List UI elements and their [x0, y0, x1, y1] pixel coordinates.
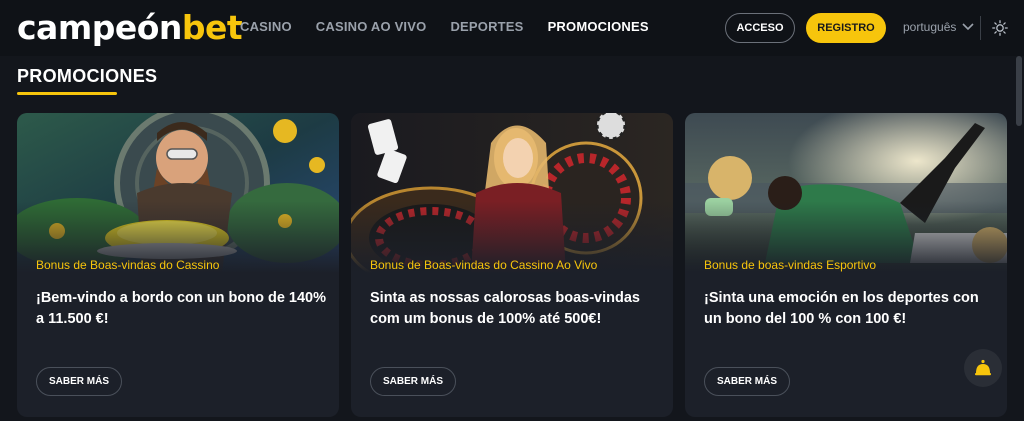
promo-card-casino[interactable]: Bonus de Boas-vindas do Cassino ¡Bem-vin…: [17, 113, 339, 417]
main-nav: CASINO CASINO AO VIVO DEPORTES PROMOCION…: [240, 19, 649, 34]
logo-text-main: campeón: [17, 8, 182, 47]
nav-promociones[interactable]: PROMOCIONES: [548, 19, 649, 34]
promo-card-live-casino[interactable]: Bonus de Boas-vindas do Cassino Ao Vivo …: [351, 113, 673, 417]
nav-casino[interactable]: CASINO: [240, 19, 292, 34]
promo-image-casino: [17, 113, 339, 273]
promo-category: Bonus de Boas-vindas do Cassino: [36, 258, 220, 272]
header-divider: [980, 16, 981, 40]
nav-deportes[interactable]: DEPORTES: [450, 19, 523, 34]
saber-mas-button[interactable]: SABER MÁS: [370, 367, 456, 396]
register-button[interactable]: REGISTRO: [806, 13, 886, 43]
promo-card-sports[interactable]: Bonus de boas-vindas Esportivo ¡Sinta un…: [685, 113, 1007, 417]
promo-title: ¡Bem-vindo a bordo con un bono de 140% a…: [36, 290, 327, 327]
logo[interactable]: campeónbet: [17, 8, 243, 47]
promo-category: Bonus de Boas-vindas do Cassino Ao Vivo: [370, 258, 598, 272]
logo-text-accent: bet: [181, 8, 243, 47]
sun-icon[interactable]: [992, 20, 1008, 36]
scrollbar[interactable]: [1016, 56, 1022, 126]
promo-title: ¡Sinta una emoción en los deportes con u…: [704, 290, 979, 327]
chevron-down-icon: [962, 23, 974, 31]
promo-title: Sinta as nossas calorosas boas-vindas co…: [370, 290, 640, 327]
saber-mas-button[interactable]: SABER MÁS: [36, 367, 122, 396]
promo-image-sports: [685, 113, 1007, 273]
notification-button[interactable]: [964, 349, 1002, 387]
header: campeónbet CASINO CASINO AO VIVO DEPORTE…: [0, 0, 1024, 56]
page-title: PROMOCIONES: [17, 66, 158, 86]
saber-mas-button[interactable]: SABER MÁS: [704, 367, 790, 396]
language-label: português: [903, 20, 957, 34]
promo-category: Bonus de boas-vindas Esportivo: [704, 258, 877, 272]
bell-icon: [975, 359, 991, 376]
nav-casino-ao-vivo[interactable]: CASINO AO VIVO: [316, 19, 427, 34]
language-selector[interactable]: português: [903, 20, 974, 34]
promo-image-live-casino: [351, 113, 673, 273]
login-button[interactable]: ACCESO: [725, 13, 795, 43]
title-underline: [17, 92, 117, 95]
